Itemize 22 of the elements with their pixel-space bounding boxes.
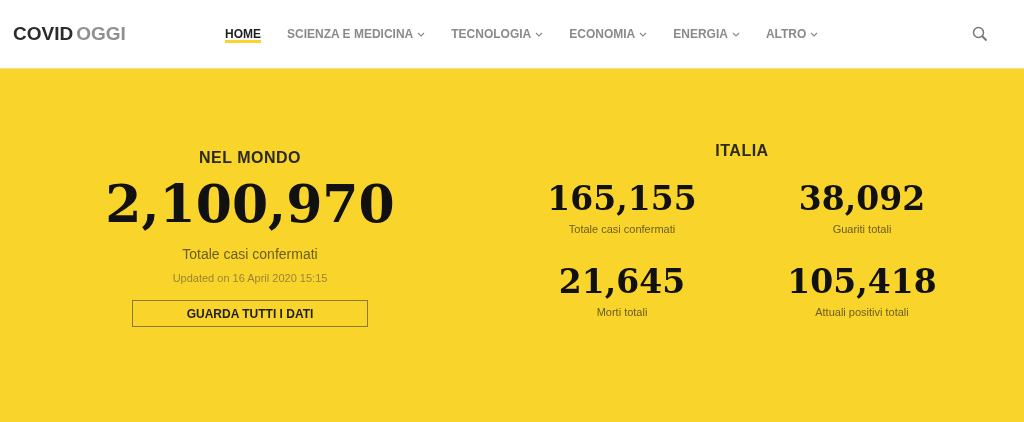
- section-heading: ITALIA: [715, 142, 769, 160]
- nav-link[interactable]: ENERGIA: [673, 25, 740, 43]
- stat-number: 21,645: [558, 262, 686, 301]
- nav-link[interactable]: ECONOMIA: [569, 25, 648, 43]
- stat-label: Attuali positivi totali: [815, 305, 909, 318]
- nav-link[interactable]: ALTRO: [765, 25, 819, 43]
- logo-text[interactable]: OGGI: [76, 23, 126, 45]
- stat-number: 105,418: [787, 262, 937, 301]
- nav-link[interactable]: SCIENZA E MEDICINA: [287, 25, 426, 43]
- updated-text: Updated on 16 April 2020 15:15: [172, 272, 328, 285]
- stat-label: Totale casi confermati: [182, 246, 318, 263]
- section-heading: NEL MONDO: [199, 149, 301, 167]
- stat-number: 38,092: [798, 180, 926, 218]
- stat-label: Totale casi confermati: [568, 222, 676, 235]
- view-all-data-button[interactable]: GUARDA TUTTI I DATI: [132, 300, 368, 328]
- nav-link[interactable]: TECNOLOGIA: [451, 25, 544, 43]
- total-cases-number: 2,100,970: [105, 175, 395, 233]
- search-icon[interactable]: [972, 26, 988, 42]
- stat-label: Morti totali: [596, 305, 648, 318]
- logo-text[interactable]: COVID: [13, 23, 74, 45]
- stat-number: 165,155: [547, 180, 697, 218]
- stat-label: Guariti totali: [832, 222, 892, 235]
